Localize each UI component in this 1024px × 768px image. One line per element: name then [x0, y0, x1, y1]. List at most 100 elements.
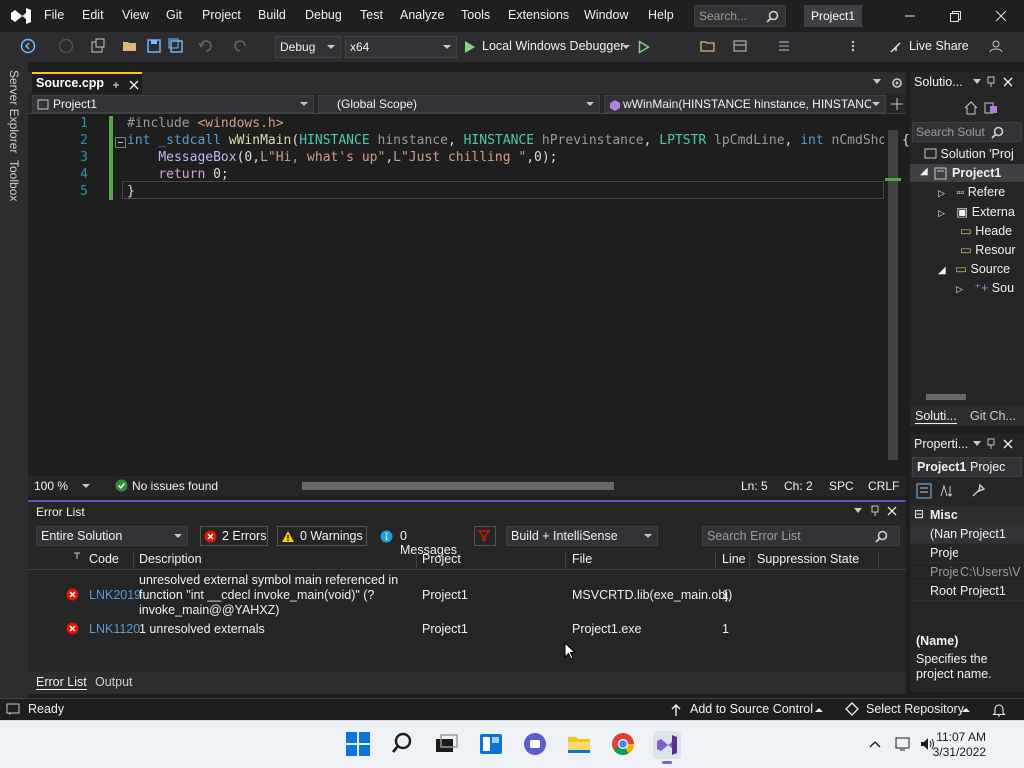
close-panel-icon[interactable]: [886, 505, 898, 517]
restore-icon[interactable]: [947, 8, 963, 24]
tree-project[interactable]: ◢ Project1: [910, 164, 1024, 182]
property-row[interactable]: Proje: [910, 544, 1024, 563]
menu-edit[interactable]: Edit: [82, 8, 104, 22]
close-tab-icon[interactable]: [128, 79, 140, 91]
menu-window[interactable]: Window: [584, 8, 628, 22]
whitespace-mode[interactable]: SPC: [829, 479, 854, 493]
tree-references[interactable]: ▷ ▫▫ Refere: [938, 185, 1005, 199]
tab-error-list[interactable]: Error List: [36, 675, 87, 690]
chevron-up-icon[interactable]: [962, 708, 970, 712]
tab-output[interactable]: Output: [95, 675, 133, 689]
code-line-1[interactable]: #include <windows.h>: [127, 116, 284, 131]
scrollbar-thumb[interactable]: [926, 394, 966, 400]
column-description[interactable]: Description: [139, 552, 202, 566]
network-icon[interactable]: [895, 736, 913, 752]
tree-source-files[interactable]: ◢ ▭ Source: [938, 261, 1010, 276]
alphabetical-icon[interactable]: [938, 483, 954, 499]
pin-icon[interactable]: [986, 76, 996, 88]
tab-git-changes[interactable]: Git Ch...: [970, 409, 1016, 423]
tab-list-dropdown-icon[interactable]: [873, 79, 881, 84]
column-project[interactable]: Project: [422, 552, 461, 566]
system-clock[interactable]: 11:07 AM 3/31/2022: [933, 730, 986, 760]
task-view-icon[interactable]: [433, 731, 461, 759]
tab-source-cpp[interactable]: Source.cpp: [32, 72, 142, 94]
visual-studio-taskbar-icon[interactable]: [653, 731, 681, 764]
tree-source-cpp[interactable]: ▷ ⁺+ Sou: [956, 280, 1014, 295]
feedback-icon[interactable]: [988, 38, 1004, 54]
code-line-4[interactable]: return 0;: [127, 167, 228, 182]
split-editor-icon[interactable]: [890, 97, 904, 111]
panel-menu-icon[interactable]: [973, 441, 981, 446]
nav-project-select[interactable]: Project1: [32, 95, 314, 113]
settings-icon[interactable]: [890, 76, 904, 90]
editor-vertical-scrollbar[interactable]: [884, 114, 902, 476]
server-explorer-tab[interactable]: Server Explorer: [7, 70, 21, 153]
menu-git[interactable]: Git: [166, 8, 182, 22]
messages-filter-toggle[interactable]: 0 Messages: [376, 526, 464, 557]
pin-icon[interactable]: [986, 438, 996, 450]
panel-menu-icon[interactable]: [973, 79, 981, 84]
start-without-debugging-icon[interactable]: [638, 40, 650, 54]
close-panel-icon[interactable]: [1002, 76, 1014, 88]
error-row[interactable]: LNK2019 unresolved external symbol main …: [28, 572, 906, 618]
taskbar-search-icon[interactable]: [390, 731, 418, 759]
switch-views-icon[interactable]: [984, 101, 998, 115]
properties-object-select[interactable]: Project1 Projec: [912, 457, 1022, 477]
save-all-icon[interactable]: [168, 38, 184, 54]
solution-folder-icon[interactable]: [700, 38, 716, 54]
minimize-icon[interactable]: [902, 8, 918, 24]
tree-solution[interactable]: Solution 'Proj: [924, 147, 1014, 161]
column-code[interactable]: Code: [89, 552, 119, 566]
teams-chat-icon[interactable]: [522, 731, 550, 759]
collapse-outline-icon[interactable]: [115, 137, 126, 148]
warnings-filter-toggle[interactable]: 0 Warnings: [277, 526, 367, 546]
back-icon[interactable]: [20, 38, 36, 54]
project-name-badge[interactable]: Project1: [804, 5, 862, 27]
menu-extensions[interactable]: Extensions: [508, 8, 569, 22]
error-scope-select[interactable]: Entire Solution: [36, 526, 188, 546]
new-project-icon[interactable]: [90, 38, 106, 54]
errors-filter-toggle[interactable]: 2 Errors: [200, 526, 268, 546]
panel-menu-icon[interactable]: [854, 508, 862, 513]
open-folder-icon[interactable]: [122, 38, 138, 54]
notifications-bell-icon[interactable]: [992, 702, 1006, 717]
code-line-2[interactable]: int _stdcall wWinMain(HINSTANCE hinstanc…: [127, 133, 910, 148]
comment-icon[interactable]: [776, 38, 792, 54]
tree-header-files[interactable]: ▭ Heade: [960, 223, 1012, 238]
error-code-link[interactable]: LNK2019: [89, 588, 141, 602]
tree-resource-files[interactable]: ▭ Resour: [960, 242, 1016, 257]
redo-icon[interactable]: [232, 38, 248, 54]
show-hidden-icons-chevron-icon[interactable]: [868, 739, 882, 749]
property-row[interactable]: Root Project1: [910, 582, 1024, 601]
menu-view[interactable]: View: [122, 8, 149, 22]
menu-debug[interactable]: Debug: [305, 8, 342, 22]
property-pages-icon[interactable]: [970, 483, 986, 499]
tree-external-deps[interactable]: ▷ ▣ Externa: [938, 204, 1015, 219]
error-code-link[interactable]: LNK1120: [89, 622, 140, 636]
column-suppression-state[interactable]: Suppression State: [757, 552, 859, 566]
solution-search-input[interactable]: Search Solut: [912, 122, 1022, 142]
nav-scope-select[interactable]: (Global Scope): [318, 95, 600, 113]
close-panel-icon[interactable]: [1002, 438, 1014, 450]
select-repository-button[interactable]: Select Repository: [866, 702, 964, 716]
toolbox-tab[interactable]: Toolbox: [7, 160, 21, 201]
menu-tools[interactable]: Tools: [461, 8, 490, 22]
build-source-select[interactable]: Build + IntelliSense: [506, 526, 658, 546]
error-search-input[interactable]: Search Error List: [702, 526, 900, 546]
property-row[interactable]: Proje C:\Users\V: [910, 563, 1024, 582]
layout-icon[interactable]: [732, 38, 748, 54]
pin-icon[interactable]: [870, 505, 880, 517]
column-file[interactable]: File: [572, 552, 592, 566]
chevron-down-icon[interactable]: [82, 484, 90, 488]
filter-current-project-button[interactable]: [474, 526, 496, 546]
error-row[interactable]: LNK1120 1 unresolved externals Project1 …: [28, 620, 906, 640]
chrome-icon[interactable]: [610, 731, 638, 759]
column-line[interactable]: Line: [722, 552, 746, 566]
menu-analyze[interactable]: Analyze: [400, 8, 444, 22]
menu-test[interactable]: Test: [360, 8, 383, 22]
property-row[interactable]: (Nan Project1: [910, 525, 1024, 544]
home-icon[interactable]: [964, 101, 978, 115]
code-line-5[interactable]: }: [127, 184, 135, 199]
menu-build[interactable]: Build: [258, 8, 286, 22]
save-icon[interactable]: [146, 38, 162, 54]
